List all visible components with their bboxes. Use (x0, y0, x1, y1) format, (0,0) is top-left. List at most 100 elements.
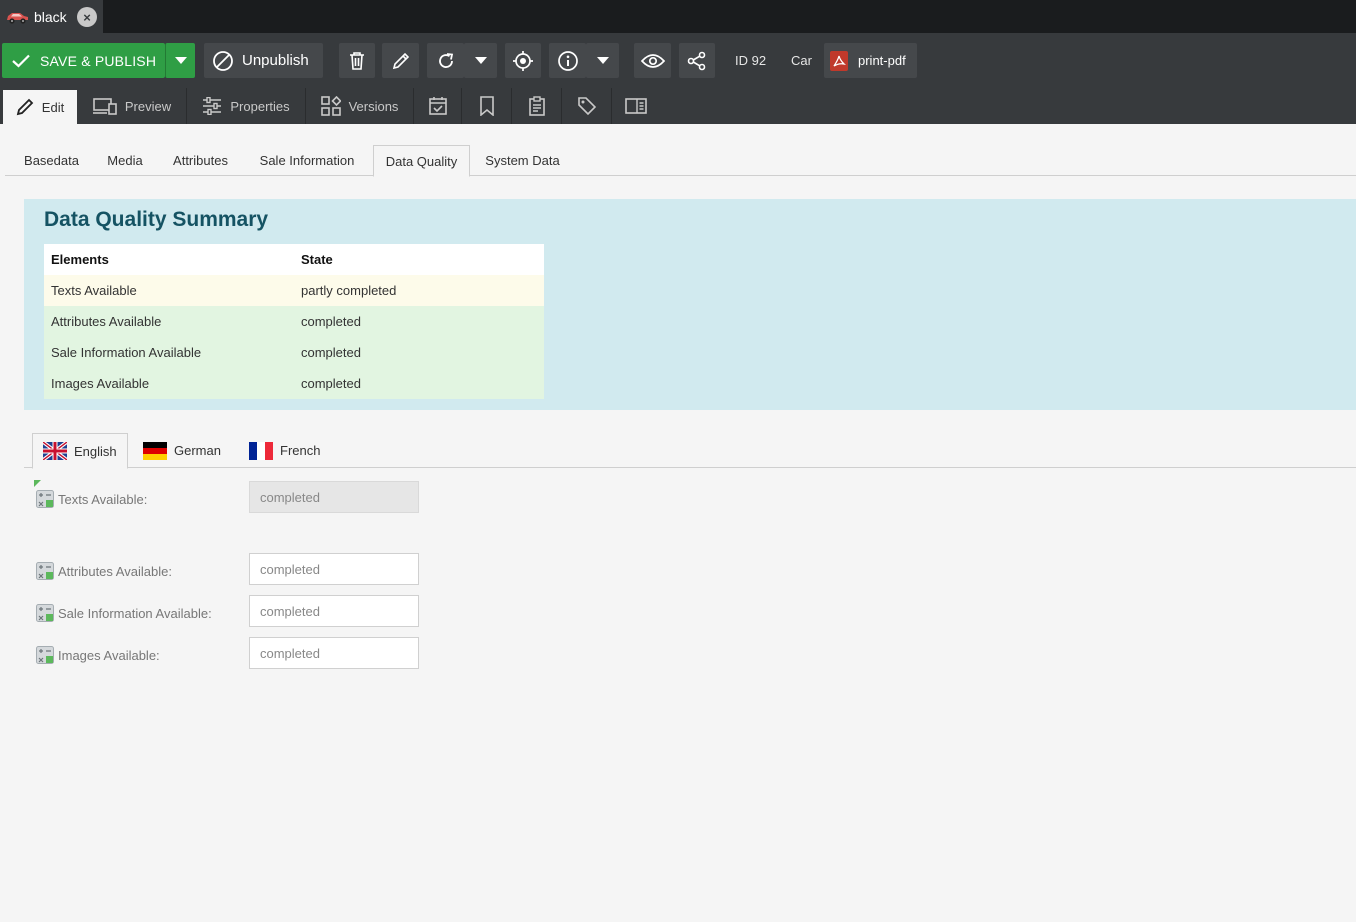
tab-preview[interactable]: Preview (78, 88, 187, 124)
preview-eye-button[interactable] (634, 43, 671, 78)
share-icon (687, 51, 706, 70)
pencil-icon (16, 98, 34, 116)
object-id: ID 92 (735, 53, 767, 68)
tab-media[interactable]: Media (96, 145, 154, 176)
share-button[interactable] (679, 43, 715, 78)
calculator-icon (36, 646, 54, 664)
field-label-texts: Texts Available: (36, 490, 147, 508)
tab-tags[interactable] (562, 88, 612, 124)
changed-field-marker (34, 480, 41, 487)
images-available-field[interactable]: completed (249, 637, 419, 669)
delete-button[interactable] (339, 43, 375, 78)
tab-language-german[interactable]: German (143, 433, 239, 468)
language-tabs: English German French (24, 433, 1356, 469)
trash-icon (350, 51, 364, 70)
row-element: Attributes Available (44, 306, 294, 337)
devices-icon (92, 98, 117, 115)
tab-system-data[interactable]: System Data (475, 145, 570, 176)
table-row: Texts Available partly completed (44, 275, 544, 306)
attributes-available-field[interactable]: completed (249, 553, 419, 585)
sale-information-available-field[interactable]: completed (249, 595, 419, 627)
document-tab-title: black (34, 8, 67, 25)
tab-versions[interactable]: Versions (306, 88, 414, 124)
column-header-elements: Elements (44, 244, 294, 275)
tab-language-french[interactable]: French (249, 433, 339, 468)
tab-properties[interactable]: Properties (187, 88, 306, 124)
unpublish-label: Unpublish (242, 52, 309, 69)
tab-schedule[interactable] (414, 88, 462, 124)
document-tab-strip: black × (0, 0, 1356, 33)
sliders-icon (203, 97, 222, 115)
tab-bookmark[interactable] (462, 88, 512, 124)
texts-available-field[interactable]: completed (249, 481, 419, 513)
tab-data-quality[interactable]: Data Quality (373, 145, 470, 177)
uk-flag-icon (41, 440, 69, 462)
tab-properties-label: Properties (230, 98, 290, 114)
unpublish-button[interactable]: Unpublish (204, 43, 323, 78)
tab-edit-label: Edit (41, 99, 65, 115)
field-label-images: Images Available: (36, 646, 160, 664)
caret-down-icon (474, 56, 487, 64)
info-button[interactable] (549, 43, 586, 78)
tab-workflow[interactable] (612, 88, 660, 124)
caret-down-icon (596, 56, 609, 64)
summary-table: Elements State Texts Available partly co… (44, 244, 544, 399)
tag-icon (577, 97, 596, 116)
info-options-dropdown[interactable] (586, 43, 619, 78)
field-label-text: Sale Information Available: (58, 605, 212, 621)
caret-down-icon (174, 56, 187, 64)
tab-sale-information[interactable]: Sale Information (247, 145, 367, 176)
summary-title: Data Quality Summary (44, 208, 269, 231)
document-tab[interactable]: black × (0, 0, 103, 33)
calculator-icon (36, 562, 54, 580)
rename-button[interactable] (382, 43, 419, 78)
column-header-state: State (294, 244, 544, 275)
row-element: Texts Available (44, 275, 294, 306)
check-icon (12, 54, 30, 68)
reload-button[interactable] (427, 43, 464, 78)
tab-basedata[interactable]: Basedata (13, 145, 90, 176)
language-label-french: French (280, 443, 321, 458)
tab-notes[interactable] (512, 88, 562, 124)
main-toolbar: SAVE & PUBLISH Unpublish ID 92 Car print (0, 33, 1356, 88)
info-icon (557, 50, 578, 71)
print-pdf-label: print-pdf (858, 53, 906, 68)
ban-icon (213, 50, 233, 71)
tab-edit[interactable]: Edit (3, 90, 77, 124)
tab-attributes[interactable]: Attributes (160, 145, 241, 176)
pencil-icon (392, 52, 409, 69)
save-options-dropdown[interactable] (165, 43, 195, 78)
row-state: partly completed (294, 275, 544, 306)
field-label-text: Attributes Available: (58, 563, 172, 579)
save-publish-label: SAVE & PUBLISH (40, 52, 157, 69)
row-state: completed (294, 306, 544, 337)
row-state: completed (294, 368, 544, 399)
eye-icon (640, 53, 665, 68)
refresh-icon (438, 52, 453, 68)
side-panel-icon (625, 98, 647, 114)
row-element: Images Available (44, 368, 294, 399)
object-class: Car (791, 53, 812, 68)
pdf-icon (830, 50, 848, 71)
crosshair-icon (513, 50, 533, 71)
calculator-icon (36, 490, 54, 508)
clipboard-icon (528, 96, 545, 116)
print-pdf-button[interactable]: print-pdf (824, 43, 917, 78)
tab-preview-label: Preview (124, 98, 172, 114)
calendar-check-icon (428, 97, 447, 115)
field-label-text: Images Available: (58, 647, 160, 663)
table-row: Images Available completed (44, 368, 544, 399)
close-icon[interactable]: × (77, 7, 97, 27)
widgets-icon (320, 96, 341, 116)
tab-language-english[interactable]: English (32, 433, 128, 469)
german-flag-icon (143, 441, 167, 460)
editor-tabs: Edit Preview Properties Versions (0, 88, 1356, 124)
field-label-attributes: Attributes Available: (36, 562, 172, 580)
bookmark-icon (479, 96, 494, 116)
save-publish-button[interactable]: SAVE & PUBLISH (2, 43, 165, 78)
tab-versions-label: Versions (348, 98, 399, 114)
table-row: Attributes Available completed (44, 306, 544, 337)
row-element: Sale Information Available (44, 337, 294, 368)
reload-options-dropdown[interactable] (464, 43, 497, 78)
locate-in-tree-button[interactable] (505, 43, 541, 78)
